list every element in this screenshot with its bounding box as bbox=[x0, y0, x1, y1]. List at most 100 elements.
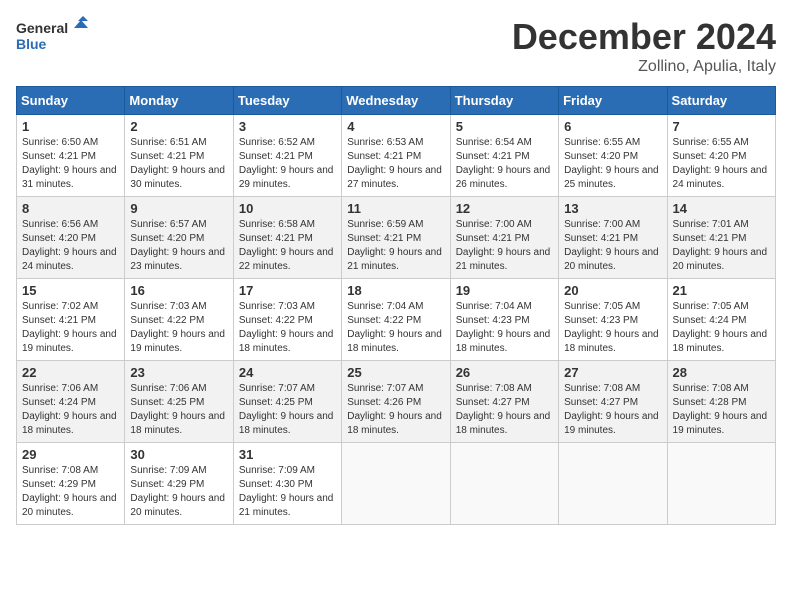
day-info: Sunrise: 7:08 AMSunset: 4:27 PMDaylight:… bbox=[456, 382, 553, 438]
day-info: Sunrise: 6:57 AMSunset: 4:20 PMDaylight:… bbox=[130, 218, 227, 274]
day-info: Sunrise: 7:00 AMSunset: 4:21 PMDaylight:… bbox=[456, 218, 553, 274]
day-number: 11 bbox=[347, 201, 444, 216]
day-number: 20 bbox=[564, 283, 661, 298]
table-row: 20Sunrise: 7:05 AMSunset: 4:23 PMDayligh… bbox=[559, 279, 667, 361]
svg-text:General: General bbox=[16, 20, 68, 36]
title-section: December 2024 Zollino, Apulia, Italy bbox=[512, 16, 776, 76]
table-row: 18 Sunrise: 7:04 AMSunset: 4:22 PMDayligh… bbox=[342, 279, 450, 361]
calendar-row: 8Sunrise: 6:56 AMSunset: 4:20 PMDaylight… bbox=[17, 197, 776, 279]
day-number: 21 bbox=[673, 283, 770, 298]
day-number: 23 bbox=[130, 365, 227, 380]
day-info: Sunrise: 7:08 AMSunset: 4:28 PMDaylight:… bbox=[673, 382, 770, 438]
day-info: Sunrise: 7:06 AMSunset: 4:24 PMDaylight:… bbox=[22, 382, 119, 438]
svg-text:Blue: Blue bbox=[16, 36, 47, 52]
col-tuesday: Tuesday bbox=[233, 87, 341, 115]
logo-svg: General Blue bbox=[16, 16, 96, 56]
table-row: 1 Sunrise: 6:50 AMSunset: 4:21 PMDaylight… bbox=[17, 115, 125, 197]
day-number: 7 bbox=[673, 119, 770, 134]
month-title: December 2024 bbox=[512, 16, 776, 58]
day-number: 15 bbox=[22, 283, 119, 298]
day-number: 25 bbox=[347, 365, 444, 380]
table-row: 31Sunrise: 7:09 AMSunset: 4:30 PMDayligh… bbox=[233, 443, 341, 525]
day-number: 22 bbox=[22, 365, 119, 380]
col-sunday: Sunday bbox=[17, 87, 125, 115]
day-info: Sunrise: 7:01 AMSunset: 4:21 PMDaylight:… bbox=[673, 218, 770, 274]
day-info: Sunrise: 7:07 AMSunset: 4:26 PMDaylight:… bbox=[347, 382, 444, 438]
day-number: 10 bbox=[239, 201, 336, 216]
day-info: Sunrise: 7:00 AMSunset: 4:21 PMDaylight:… bbox=[564, 218, 661, 274]
col-wednesday: Wednesday bbox=[342, 87, 450, 115]
day-info: Sunrise: 7:09 AMSunset: 4:30 PMDaylight:… bbox=[239, 464, 336, 520]
table-row: 11 Sunrise: 6:59 AMSunset: 4:21 PMDayligh… bbox=[342, 197, 450, 279]
day-info: Sunrise: 7:08 AMSunset: 4:29 PMDaylight:… bbox=[22, 464, 119, 520]
col-monday: Monday bbox=[125, 87, 233, 115]
day-info: Sunrise: 7:03 AMSunset: 4:22 PMDaylight:… bbox=[239, 300, 336, 356]
day-info: Sunrise: 7:09 AMSunset: 4:29 PMDaylight:… bbox=[130, 464, 227, 520]
table-row bbox=[342, 443, 450, 525]
calendar-row: 22 Sunrise: 7:06 AMSunset: 4:24 PMDayligh… bbox=[17, 361, 776, 443]
table-row: 5 Sunrise: 6:54 AMSunset: 4:21 PMDaylight… bbox=[450, 115, 558, 197]
table-row: 23Sunrise: 7:06 AMSunset: 4:25 PMDayligh… bbox=[125, 361, 233, 443]
calendar-row: 29 Sunrise: 7:08 AMSunset: 4:29 PMDayligh… bbox=[17, 443, 776, 525]
header-row: Sunday Monday Tuesday Wednesday Thursday… bbox=[17, 87, 776, 115]
day-number: 14 bbox=[673, 201, 770, 216]
page-header: General Blue December 2024 Zollino, Apul… bbox=[16, 16, 776, 76]
day-number: 17 bbox=[239, 283, 336, 298]
table-row: 25 Sunrise: 7:07 AMSunset: 4:26 PMDayligh… bbox=[342, 361, 450, 443]
day-number: 26 bbox=[456, 365, 553, 380]
col-friday: Friday bbox=[559, 87, 667, 115]
day-number: 19 bbox=[456, 283, 553, 298]
day-info: Sunrise: 7:08 AMSunset: 4:27 PMDaylight:… bbox=[564, 382, 661, 438]
day-number: 29 bbox=[22, 447, 119, 462]
day-number: 27 bbox=[564, 365, 661, 380]
table-row: 8Sunrise: 6:56 AMSunset: 4:20 PMDaylight… bbox=[17, 197, 125, 279]
day-number: 2 bbox=[130, 119, 227, 134]
day-number: 28 bbox=[673, 365, 770, 380]
day-info: Sunrise: 7:05 AMSunset: 4:24 PMDaylight:… bbox=[673, 300, 770, 356]
day-number: 5 bbox=[456, 119, 553, 134]
table-row: 15Sunrise: 7:02 AMSunset: 4:21 PMDayligh… bbox=[17, 279, 125, 361]
calendar-row: 1 Sunrise: 6:50 AMSunset: 4:21 PMDaylight… bbox=[17, 115, 776, 197]
day-info: Sunrise: 7:03 AMSunset: 4:22 PMDaylight:… bbox=[130, 300, 227, 356]
table-row: 9 Sunrise: 6:57 AMSunset: 4:20 PMDaylight… bbox=[125, 197, 233, 279]
table-row: 12 Sunrise: 7:00 AMSunset: 4:21 PMDayligh… bbox=[450, 197, 558, 279]
col-thursday: Thursday bbox=[450, 87, 558, 115]
day-number: 24 bbox=[239, 365, 336, 380]
table-row bbox=[667, 443, 775, 525]
day-number: 1 bbox=[22, 119, 119, 134]
table-row: 6 Sunrise: 6:55 AMSunset: 4:20 PMDaylight… bbox=[559, 115, 667, 197]
day-info: Sunrise: 6:50 AMSunset: 4:21 PMDaylight:… bbox=[22, 136, 119, 192]
day-info: Sunrise: 6:55 AMSunset: 4:20 PMDaylight:… bbox=[564, 136, 661, 192]
table-row: 22 Sunrise: 7:06 AMSunset: 4:24 PMDayligh… bbox=[17, 361, 125, 443]
day-info: Sunrise: 6:53 AMSunset: 4:21 PMDaylight:… bbox=[347, 136, 444, 192]
table-row bbox=[450, 443, 558, 525]
day-info: Sunrise: 7:04 AMSunset: 4:23 PMDaylight:… bbox=[456, 300, 553, 356]
day-number: 18 bbox=[347, 283, 444, 298]
table-row: 17 Sunrise: 7:03 AMSunset: 4:22 PMDayligh… bbox=[233, 279, 341, 361]
day-info: Sunrise: 6:58 AMSunset: 4:21 PMDaylight:… bbox=[239, 218, 336, 274]
table-row: 13 Sunrise: 7:00 AMSunset: 4:21 PMDayligh… bbox=[559, 197, 667, 279]
table-row: 30Sunrise: 7:09 AMSunset: 4:29 PMDayligh… bbox=[125, 443, 233, 525]
logo: General Blue bbox=[16, 16, 96, 56]
table-row: 14 Sunrise: 7:01 AMSunset: 4:21 PMDayligh… bbox=[667, 197, 775, 279]
day-number: 16 bbox=[130, 283, 227, 298]
location: Zollino, Apulia, Italy bbox=[512, 58, 776, 76]
day-number: 9 bbox=[130, 201, 227, 216]
day-number: 12 bbox=[456, 201, 553, 216]
day-info: Sunrise: 6:52 AMSunset: 4:21 PMDaylight:… bbox=[239, 136, 336, 192]
day-info: Sunrise: 6:51 AMSunset: 4:21 PMDaylight:… bbox=[130, 136, 227, 192]
table-row: 4Sunrise: 6:53 AMSunset: 4:21 PMDaylight… bbox=[342, 115, 450, 197]
day-number: 6 bbox=[564, 119, 661, 134]
calendar-row: 15Sunrise: 7:02 AMSunset: 4:21 PMDayligh… bbox=[17, 279, 776, 361]
day-info: Sunrise: 7:04 AMSunset: 4:22 PMDaylight:… bbox=[347, 300, 444, 356]
table-row: 26 Sunrise: 7:08 AMSunset: 4:27 PMDayligh… bbox=[450, 361, 558, 443]
table-row: 16 Sunrise: 7:03 AMSunset: 4:22 PMDayligh… bbox=[125, 279, 233, 361]
table-row: 21 Sunrise: 7:05 AMSunset: 4:24 PMDayligh… bbox=[667, 279, 775, 361]
day-number: 13 bbox=[564, 201, 661, 216]
day-info: Sunrise: 6:59 AMSunset: 4:21 PMDaylight:… bbox=[347, 218, 444, 274]
table-row bbox=[559, 443, 667, 525]
day-number: 3 bbox=[239, 119, 336, 134]
col-saturday: Saturday bbox=[667, 87, 775, 115]
day-info: Sunrise: 6:54 AMSunset: 4:21 PMDaylight:… bbox=[456, 136, 553, 192]
table-row: 28 Sunrise: 7:08 AMSunset: 4:28 PMDayligh… bbox=[667, 361, 775, 443]
